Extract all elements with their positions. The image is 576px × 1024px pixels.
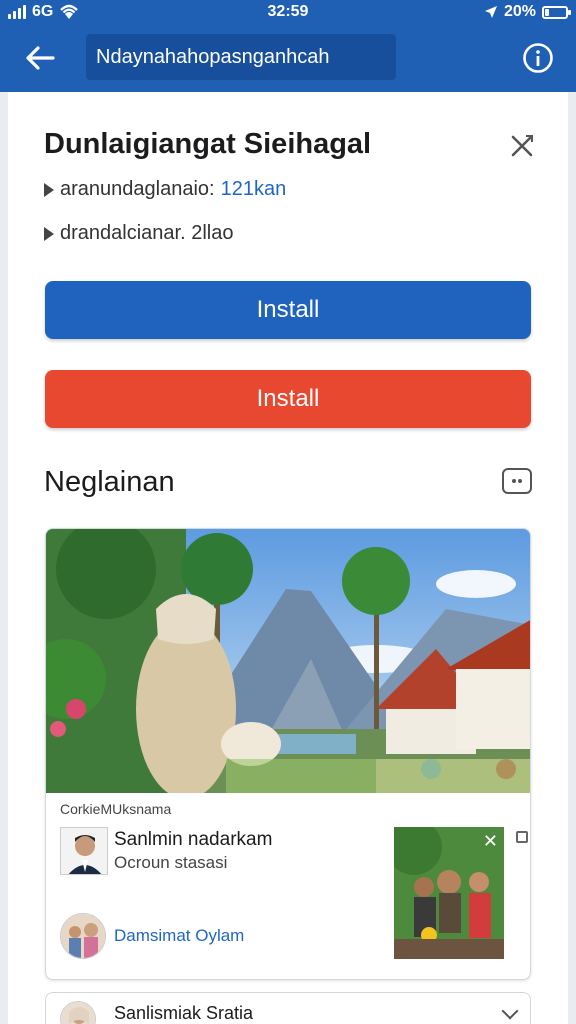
author-subtitle: Ocroun stasasi: [114, 853, 228, 872]
battery-icon: [542, 5, 571, 19]
info-button[interactable]: [516, 36, 560, 80]
avatar[interactable]: [60, 827, 108, 875]
url-text: Ndaynahahopasnganhcah: [96, 45, 330, 68]
hero-image[interactable]: [46, 529, 531, 793]
install-button-primary[interactable]: Install: [45, 281, 531, 339]
content-card-2[interactable]: Sanlismiak Sratia: [45, 992, 531, 1024]
bullet-triangle-icon: [44, 182, 54, 197]
close-icon[interactable]: [506, 130, 538, 162]
back-button[interactable]: [18, 36, 62, 80]
bullet-triangle-icon: [44, 226, 54, 241]
avatar[interactable]: [60, 913, 106, 959]
share-icon[interactable]: [516, 831, 528, 843]
thumbnail-image[interactable]: ✕: [394, 827, 504, 959]
meta-row-1: aranundaglanaio: 121kan: [44, 178, 286, 201]
status-right: 20%: [484, 3, 571, 21]
person-portrait-icon: [61, 1002, 95, 1024]
location-icon: [484, 6, 497, 18]
meta1-label: aranundaglanaio:: [60, 178, 215, 200]
detail-sheet: Dunlaigiangat Sieihagal aranundaglanaio:…: [8, 92, 568, 1024]
person-portrait-icon: [61, 828, 107, 874]
battery-percent: 20%: [503, 3, 536, 20]
meta2-text: drandalcianar. 2llao: [60, 222, 234, 244]
back-arrow-icon: [26, 46, 55, 70]
status-bar: 6G 32:59 20%: [0, 0, 576, 26]
chevron-down-icon[interactable]: [501, 1002, 519, 1020]
card2-name[interactable]: Sanlismiak Sratia: [114, 1003, 253, 1024]
section-title: Neglainan: [44, 466, 175, 498]
meta-row-2: drandalcianar. 2llao: [44, 222, 233, 245]
avatar[interactable]: [60, 1001, 96, 1024]
url-field[interactable]: Ndaynahahopasnganhcah: [86, 34, 396, 80]
install-button-secondary[interactable]: Install: [45, 370, 531, 428]
card-link[interactable]: Damsimat Oylam: [114, 926, 244, 946]
info-icon: [523, 43, 553, 73]
group-portrait-icon: [61, 914, 105, 958]
header: 6G 32:59 20% Ndaynahahopasnganhcah: [0, 0, 576, 92]
meta1-value[interactable]: 121kan: [221, 178, 287, 201]
close-icon[interactable]: ✕: [483, 831, 498, 852]
card-caption: CorkieMUksnama: [60, 801, 172, 817]
app-bar: Ndaynahahopasnganhcah: [0, 26, 576, 92]
ellipsis-box-icon[interactable]: [502, 468, 532, 494]
content-card: CorkieMUksnama Sanlmin nadarkam Ocroun s…: [45, 528, 531, 980]
page-title: Dunlaigiangat Sieihagal: [44, 128, 372, 160]
author-name[interactable]: Sanlmin nadarkam: [114, 829, 272, 851]
